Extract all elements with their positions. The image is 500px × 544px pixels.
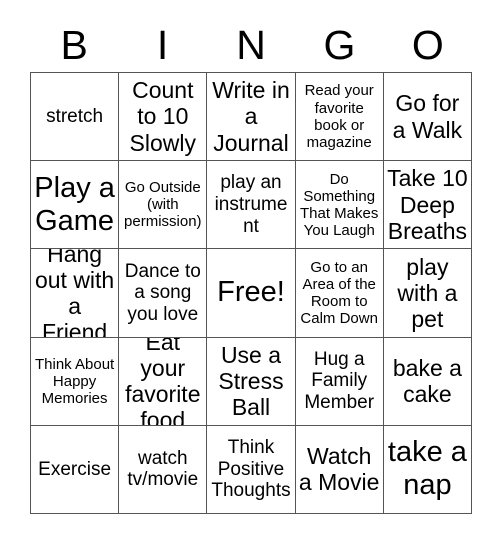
bingo-cell[interactable]: Read your favorite book or magazine — [295, 73, 384, 162]
bingo-cell-label: Eat your favorite food — [125, 337, 201, 426]
bingo-cell-label: Think About Happy Memories — [34, 355, 115, 407]
bingo-cell[interactable]: Watch a Movie — [295, 425, 384, 514]
bingo-cell-label: Exercise — [38, 458, 112, 480]
bingo-cell[interactable]: Go for a Walk — [383, 73, 472, 162]
bingo-cell-label: Count to 10 Slowly — [129, 77, 197, 156]
bingo-cell[interactable]: Exercise — [31, 425, 120, 514]
bingo-cell-label: Do Something That Makes You Laugh — [300, 170, 379, 239]
bingo-cell[interactable]: Dance to a song you love — [119, 249, 208, 338]
bingo-cell-label: take a nap — [387, 436, 467, 502]
bingo-cell-label: Read your favorite book or magazine — [304, 82, 374, 151]
bingo-cell[interactable]: Hug a Family Member — [295, 337, 384, 426]
bingo-cell-label: Watch a Movie — [298, 443, 380, 496]
bingo-cell[interactable]: Do Something That Makes You Laugh — [295, 161, 384, 250]
bingo-cell[interactable]: bake a cake — [383, 337, 472, 426]
bingo-cell-label: stretch — [46, 105, 104, 127]
bingo-cell-label: Play a Game — [34, 171, 115, 237]
bingo-cell-label: play an instrument — [214, 172, 288, 237]
bingo-cell-label: Free! — [217, 276, 285, 309]
bingo-cell[interactable]: stretch — [31, 73, 120, 162]
bingo-cell[interactable]: Count to 10 Slowly — [119, 73, 208, 162]
bingo-cell-label: play with a pet — [397, 253, 458, 333]
header-letter-g: G — [323, 21, 356, 68]
header-letter-i: I — [156, 21, 169, 68]
bingo-cell[interactable]: Think About Happy Memories — [31, 337, 120, 426]
bingo-cell-label: Write in a Journal — [212, 77, 290, 156]
bingo-cell-label: Think Positive Thoughts — [211, 436, 291, 502]
bingo-cell-label: Dance to a song you love — [124, 260, 201, 325]
bingo-cell-label: Go for a Walk — [392, 90, 463, 143]
bingo-cell[interactable]: take a nap — [383, 425, 472, 514]
bingo-cell[interactable]: play an instrument — [207, 161, 296, 250]
header-letter-o: O — [411, 21, 444, 68]
bingo-cell-label: Go to an Area of the Room to Calm Down — [300, 258, 378, 328]
bingo-cell[interactable]: Free! — [207, 249, 296, 338]
bingo-cell[interactable]: Play a Game — [31, 161, 120, 250]
bingo-cell-label: Go Outside (with permission) — [124, 179, 202, 231]
bingo-header-row: B I N G O — [30, 18, 472, 72]
bingo-cell[interactable]: watch tv/movie — [119, 425, 208, 514]
header-letter-b: B — [60, 21, 88, 68]
bingo-cell-label: Hang out with a Friend — [34, 249, 115, 338]
header-letter-n: N — [236, 21, 266, 68]
bingo-cell-label: watch tv/movie — [127, 447, 199, 491]
bingo-card: B I N G O stretch Count to 10 Slowly Write… — [0, 0, 500, 544]
bingo-cell[interactable]: play with a pet — [383, 249, 472, 338]
bingo-cell-label: Use a Stress Ball — [218, 341, 284, 421]
bingo-grid: stretch Count to 10 Slowly Write in a Jour… — [30, 72, 472, 514]
bingo-cell[interactable]: Think Positive Thoughts — [207, 425, 296, 514]
bingo-cell-label: Hug a Family Member — [304, 348, 375, 414]
bingo-cell[interactable]: Hang out with a Friend — [31, 249, 120, 338]
bingo-cell[interactable]: Eat your favorite food — [119, 337, 208, 426]
bingo-cell[interactable]: Write in a Journal — [207, 73, 296, 162]
bingo-cell-label: bake a cake — [392, 354, 462, 408]
bingo-cell[interactable]: Take 10 Deep Breaths — [383, 161, 472, 250]
bingo-cell[interactable]: Use a Stress Ball — [207, 337, 296, 426]
bingo-cell-label: Take 10 Deep Breaths — [387, 165, 468, 244]
bingo-cell[interactable]: Go to an Area of the Room to Calm Down — [295, 249, 384, 338]
bingo-cell[interactable]: Go Outside (with permission) — [119, 161, 208, 250]
